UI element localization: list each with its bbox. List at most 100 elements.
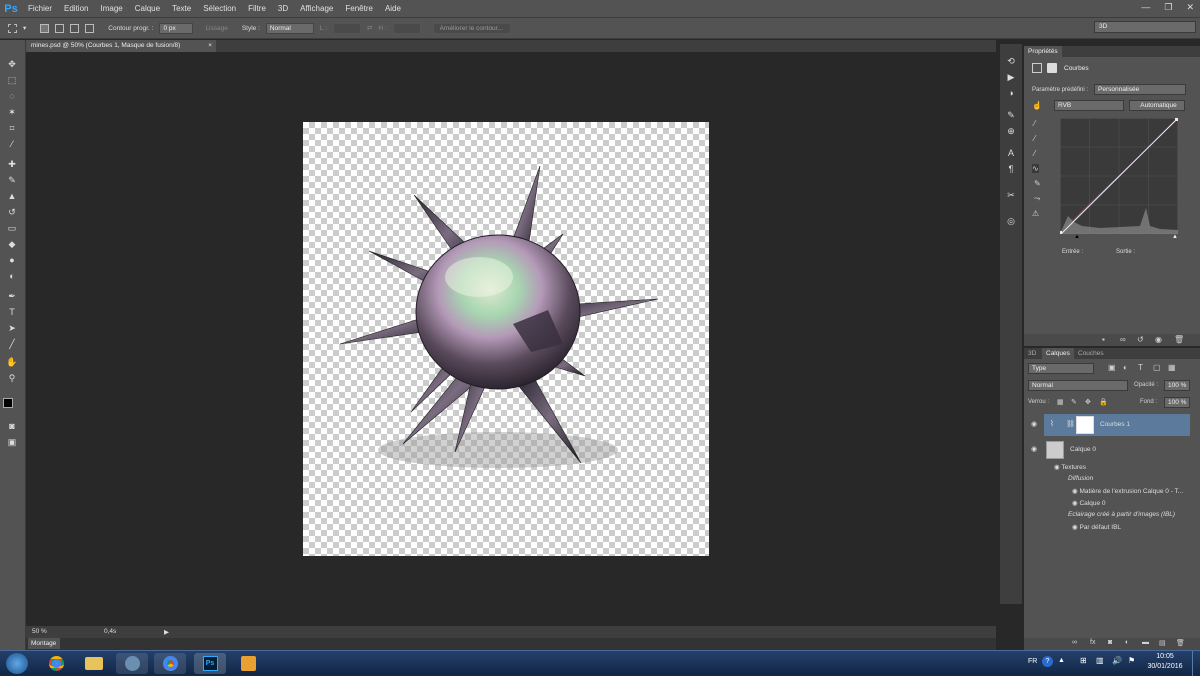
crop-tool-icon[interactable]: ⌗ [5, 122, 19, 134]
media-player-icon[interactable] [232, 653, 264, 674]
clip-layer-icon[interactable]: ▪ [1102, 335, 1105, 344]
smooth-curve-icon[interactable]: ⤳ [1034, 194, 1040, 204]
start-button[interactable] [6, 653, 28, 674]
lock-position-icon[interactable]: ✥ [1085, 398, 1091, 406]
menu-affichage[interactable]: Affichage [294, 4, 339, 13]
blur-tool-icon[interactable]: ● [5, 254, 19, 266]
eraser-tool-icon[interactable]: ▭ [5, 222, 19, 234]
reset-icon[interactable]: ↺ [1137, 335, 1144, 344]
clock-date[interactable]: 30/01/2016 [1144, 663, 1186, 670]
menu-aide[interactable]: Aide [379, 4, 407, 13]
menu-image[interactable]: Image [94, 4, 128, 13]
menu-filtre[interactable]: Filtre [242, 4, 272, 13]
link-icon[interactable]: ⛓ [1066, 420, 1075, 428]
view-previous-icon[interactable]: ∞ [1120, 335, 1126, 344]
brush-tool-icon[interactable]: ✎ [5, 174, 19, 186]
hand-tool-icon[interactable]: ✋ [5, 356, 19, 368]
new-group-icon[interactable]: ▬ [1142, 639, 1149, 646]
minimize-button[interactable]: — [1141, 2, 1150, 13]
character-icon[interactable]: A [1004, 148, 1018, 160]
menu-fenetre[interactable]: Fenêtre [339, 4, 379, 13]
zoom-tool-icon[interactable]: ⚲ [5, 372, 19, 384]
paragraph-icon[interactable]: ¶ [1004, 164, 1018, 176]
channel-select[interactable]: RVB [1054, 100, 1124, 111]
magic-wand-icon[interactable]: ✶ [5, 106, 19, 118]
explorer-icon[interactable] [78, 653, 110, 674]
list-item[interactable]: ◉ Textures [1054, 463, 1200, 475]
path-selection-icon[interactable]: ➤ [5, 322, 19, 334]
layer-filter-select[interactable]: Type [1028, 363, 1094, 374]
pen-tool-icon[interactable]: ✒ [5, 290, 19, 302]
filter-adjustment-icon[interactable]: ◐ [1123, 363, 1128, 372]
close-tab-icon[interactable]: × [208, 40, 212, 52]
photoshop-taskbar-icon[interactable]: Ps [194, 653, 226, 674]
steam-icon[interactable] [116, 653, 148, 674]
tab-properties[interactable]: Propriétés [1024, 46, 1062, 57]
delete-adjustment-icon[interactable]: 🗑 [1174, 335, 1184, 344]
add-mask-icon[interactable]: ◙ [1108, 639, 1112, 646]
document-canvas[interactable] [303, 122, 709, 556]
screen-mode-icon[interactable]: ▣ [5, 436, 19, 448]
layer-style-icon[interactable]: fx [1090, 639, 1095, 646]
eyedropper-white-icon[interactable]: ⁄ [1034, 149, 1035, 158]
black-point-slider[interactable]: ▲ [1074, 234, 1080, 240]
document-tab[interactable]: mines.psd @ 50% (Courbes 1, Masque de fu… [26, 40, 216, 52]
workspace-select[interactable]: 3D [1094, 21, 1196, 33]
visibility-icon[interactable]: ◉ [1155, 335, 1162, 344]
subtract-selection-icon[interactable] [70, 23, 80, 33]
foreground-color-swatch[interactable] [3, 398, 13, 408]
menu-selection[interactable]: Sélection [197, 4, 242, 13]
show-hidden-icons-icon[interactable]: ▲ [1058, 657, 1065, 664]
lock-pixels-icon[interactable]: ✎ [1071, 398, 1077, 406]
text-tool-icon[interactable]: T [5, 306, 19, 318]
restore-button[interactable]: ❐ [1164, 2, 1172, 13]
adjustments-icon[interactable]: ◑ [1004, 88, 1018, 100]
refine-edge-button[interactable]: Améliorer le contour... [432, 22, 511, 34]
tab-channels[interactable]: Couches [1074, 348, 1108, 359]
tool-presets-icon[interactable]: ✂ [1004, 190, 1018, 202]
pencil-curve-icon[interactable]: ✎ [1034, 179, 1041, 188]
filter-text-icon[interactable]: T [1138, 363, 1143, 372]
opacity-input[interactable]: 100 % [1164, 380, 1190, 391]
show-desktop-button[interactable] [1192, 651, 1200, 676]
brush-panel-icon[interactable]: ✎ [1004, 110, 1018, 122]
layer-name[interactable]: Calque 0 [1070, 446, 1096, 453]
tab-layers[interactable]: Calques [1042, 348, 1074, 359]
dodge-tool-icon[interactable]: ◐ [5, 270, 19, 282]
list-item[interactable]: ◉ Matière de l'extrusion Calque 0 - T... [1072, 487, 1200, 499]
mask-icon[interactable] [1047, 63, 1057, 73]
menu-calque[interactable]: Calque [129, 4, 166, 13]
language-indicator[interactable]: FR [1028, 658, 1037, 665]
add-selection-icon[interactable] [55, 23, 65, 33]
quick-mask-icon[interactable]: ◙ [5, 420, 19, 432]
layer-thumbnail[interactable] [1046, 441, 1064, 459]
preset-select[interactable]: Personnalisée [1094, 84, 1186, 95]
auto-button[interactable]: Automatique [1129, 100, 1185, 111]
style-select[interactable]: Normal [265, 22, 314, 34]
lasso-tool-icon[interactable]: ◌ [5, 90, 19, 102]
clone-source-icon[interactable]: ⊕ [1004, 126, 1018, 138]
line-tool-icon[interactable]: ╱ [5, 338, 19, 350]
filter-smart-icon[interactable]: ▦ [1168, 363, 1176, 372]
layer-row-courbes[interactable]: ⌇ ⛓ Courbes 1 [1044, 414, 1190, 436]
width-input[interactable] [332, 22, 361, 34]
feather-input[interactable]: 0 px [159, 22, 194, 34]
filter-pixel-icon[interactable]: ▣ [1108, 363, 1116, 372]
lock-transparency-icon[interactable]: ▦ [1057, 398, 1064, 406]
swap-icon[interactable]: ⇄ [367, 24, 372, 32]
menu-edition[interactable]: Edition [58, 4, 94, 13]
delete-layer-icon[interactable]: 🗑 [1176, 639, 1185, 647]
intersect-selection-icon[interactable] [85, 23, 95, 33]
list-item[interactable]: ◉ Calque 0 [1072, 499, 1200, 511]
eye-icon[interactable]: ◉ [1031, 445, 1037, 453]
help-icon[interactable]: ? [1042, 656, 1053, 667]
eyedropper-icon[interactable]: ⁄ [5, 138, 19, 150]
montage-tab[interactable]: Montage [28, 638, 60, 649]
move-tool-icon[interactable]: ✥ [5, 58, 19, 70]
network-icon[interactable]: ▥ [1096, 656, 1104, 665]
volume-icon[interactable]: 🔊 [1112, 656, 1122, 665]
history-icon[interactable]: ⟲ [1004, 56, 1018, 68]
link-layers-icon[interactable]: ∞ [1072, 639, 1077, 646]
eyedropper-black-icon[interactable]: ⁄ [1034, 119, 1035, 128]
status-menu-arrow-icon[interactable]: ▶ [164, 628, 169, 636]
